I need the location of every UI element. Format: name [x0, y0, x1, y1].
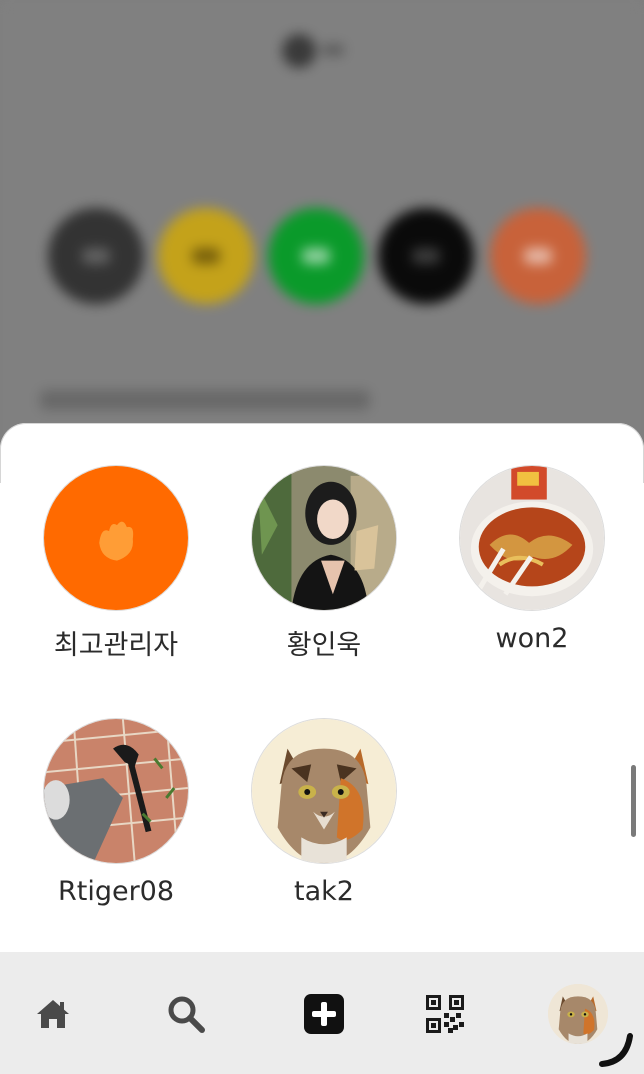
- friend-name: 황인욱: [286, 630, 362, 661]
- nav-add-button[interactable]: [284, 974, 364, 1054]
- friend-name: 최고관리자: [53, 630, 179, 661]
- nav-qr-button[interactable]: [405, 974, 485, 1054]
- background-share-button: [378, 208, 474, 304]
- background-share-button: [490, 208, 586, 304]
- background-share-button: [158, 208, 254, 304]
- friend-avatar-cat: [251, 718, 397, 864]
- friend-name: Rtiger08: [57, 876, 175, 907]
- nav-search-button[interactable]: [146, 974, 226, 1054]
- nav-home-button[interactable]: [13, 974, 93, 1054]
- friend-avatar-brick-floor: [43, 718, 189, 864]
- friend-item[interactable]: 황인욱: [234, 465, 414, 695]
- search-icon: [168, 996, 205, 1033]
- background-caption: [40, 390, 370, 410]
- home-icon: [37, 1000, 69, 1028]
- background-share-button: [48, 208, 144, 304]
- background-logo: [282, 34, 316, 68]
- resize-handle-icon: [599, 1033, 633, 1067]
- friend-name: won2: [495, 623, 569, 654]
- background-logo-text: [322, 44, 344, 56]
- bottom-navigation: [0, 952, 644, 1074]
- friend-item[interactable]: tak2: [234, 718, 414, 948]
- friend-avatar-orange-flame: [43, 465, 189, 611]
- qr-code-icon: [426, 995, 464, 1033]
- friend-item[interactable]: Rtiger08: [26, 718, 206, 948]
- plus-square-icon: [304, 994, 344, 1034]
- friend-item[interactable]: 최고관리자: [26, 465, 206, 695]
- background-share-button: [268, 208, 364, 304]
- friend-avatar-portrait: [251, 465, 397, 611]
- friend-avatar-noodle-soup: [459, 465, 605, 611]
- scrollbar[interactable]: [631, 765, 636, 837]
- friend-name: tak2: [294, 876, 354, 907]
- friend-item[interactable]: won2: [442, 465, 622, 695]
